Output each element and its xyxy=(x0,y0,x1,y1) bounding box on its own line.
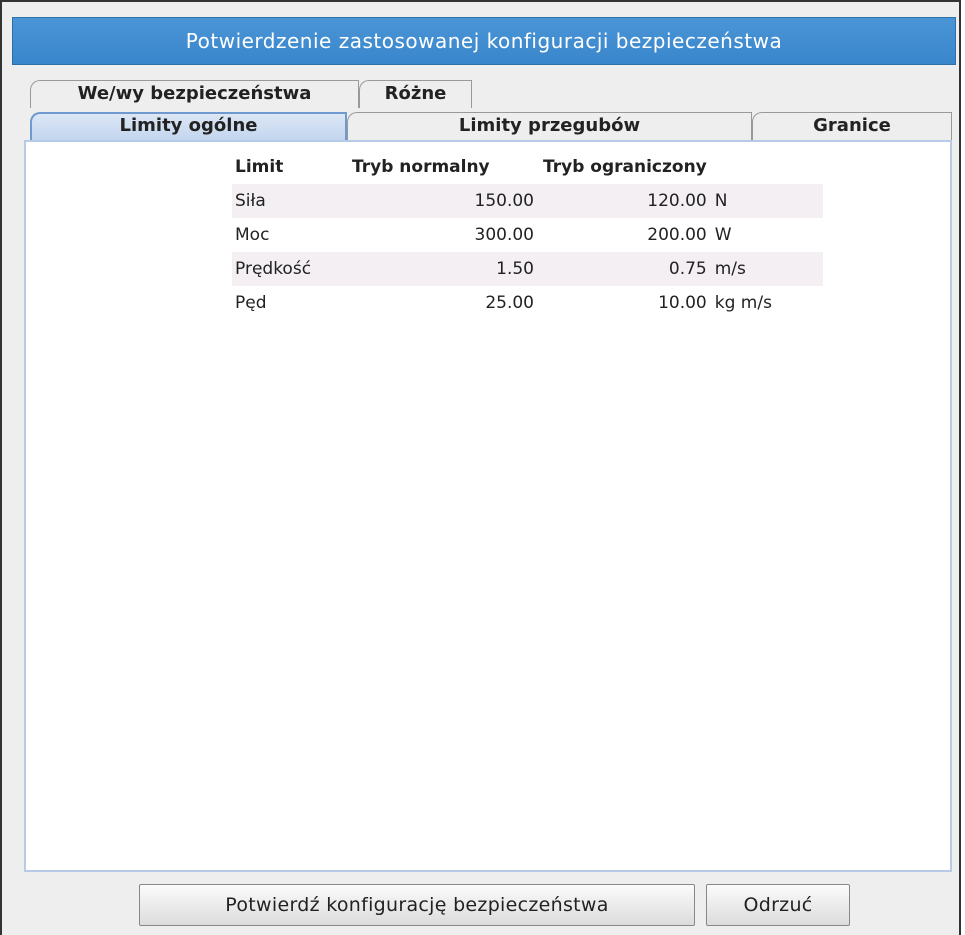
tab-misc[interactable]: Różne xyxy=(359,80,472,108)
limit-name: Pęd xyxy=(235,293,267,313)
normal-value: 1.50 xyxy=(349,252,540,286)
confirm-safety-config-button[interactable]: Potwierdź konfigurację bezpieczeństwa xyxy=(139,884,695,926)
table-row: Pęd 25.00 10.00 kg m/s xyxy=(232,286,823,320)
unit: kg m/s xyxy=(714,293,772,313)
dialog-title: Potwierdzenie zastosowanej konfiguracji … xyxy=(12,17,956,65)
tab-boundaries[interactable]: Granice xyxy=(752,112,952,140)
reduced-value: 120.00 xyxy=(540,184,711,218)
safety-config-dialog: Potwierdzenie zastosowanej konfiguracji … xyxy=(0,0,961,935)
tab-joint-limits[interactable]: Limity przegubów xyxy=(347,112,752,140)
unit: m/s xyxy=(710,252,823,286)
tab-content-panel: Limit Tryb normalny Tryb ograniczony Sił… xyxy=(24,140,952,872)
reduced-value: 200.00 xyxy=(647,225,707,245)
normal-value: 300.00 xyxy=(474,225,534,245)
unit: W xyxy=(714,225,732,245)
limit-name: Siła xyxy=(232,184,349,218)
tab-safety-io[interactable]: We/wy bezpieczeństwa xyxy=(30,80,359,108)
reject-button[interactable]: Odrzuć xyxy=(706,884,850,926)
column-header-reduced-mode: Tryb ograniczony xyxy=(543,157,707,177)
column-header-limit: Limit xyxy=(235,157,284,177)
table-row: Prędkość 1.50 0.75 m/s xyxy=(232,252,823,286)
limit-name: Moc xyxy=(235,225,270,245)
unit: N xyxy=(710,184,823,218)
reduced-value: 10.00 xyxy=(658,293,707,313)
limits-table: Limit Tryb normalny Tryb ograniczony Sił… xyxy=(232,150,823,320)
tab-general-limits[interactable]: Limity ogólne xyxy=(30,112,347,140)
limit-name: Prędkość xyxy=(232,252,349,286)
normal-value: 150.00 xyxy=(349,184,540,218)
normal-value: 25.00 xyxy=(485,293,534,313)
reduced-value: 0.75 xyxy=(540,252,711,286)
table-row: Siła 150.00 120.00 N xyxy=(232,184,823,218)
table-header-row: Limit Tryb normalny Tryb ograniczony xyxy=(232,150,823,184)
column-header-normal-mode: Tryb normalny xyxy=(352,157,490,177)
table-row: Moc 300.00 200.00 W xyxy=(232,218,823,252)
column-header-unit xyxy=(711,150,823,184)
